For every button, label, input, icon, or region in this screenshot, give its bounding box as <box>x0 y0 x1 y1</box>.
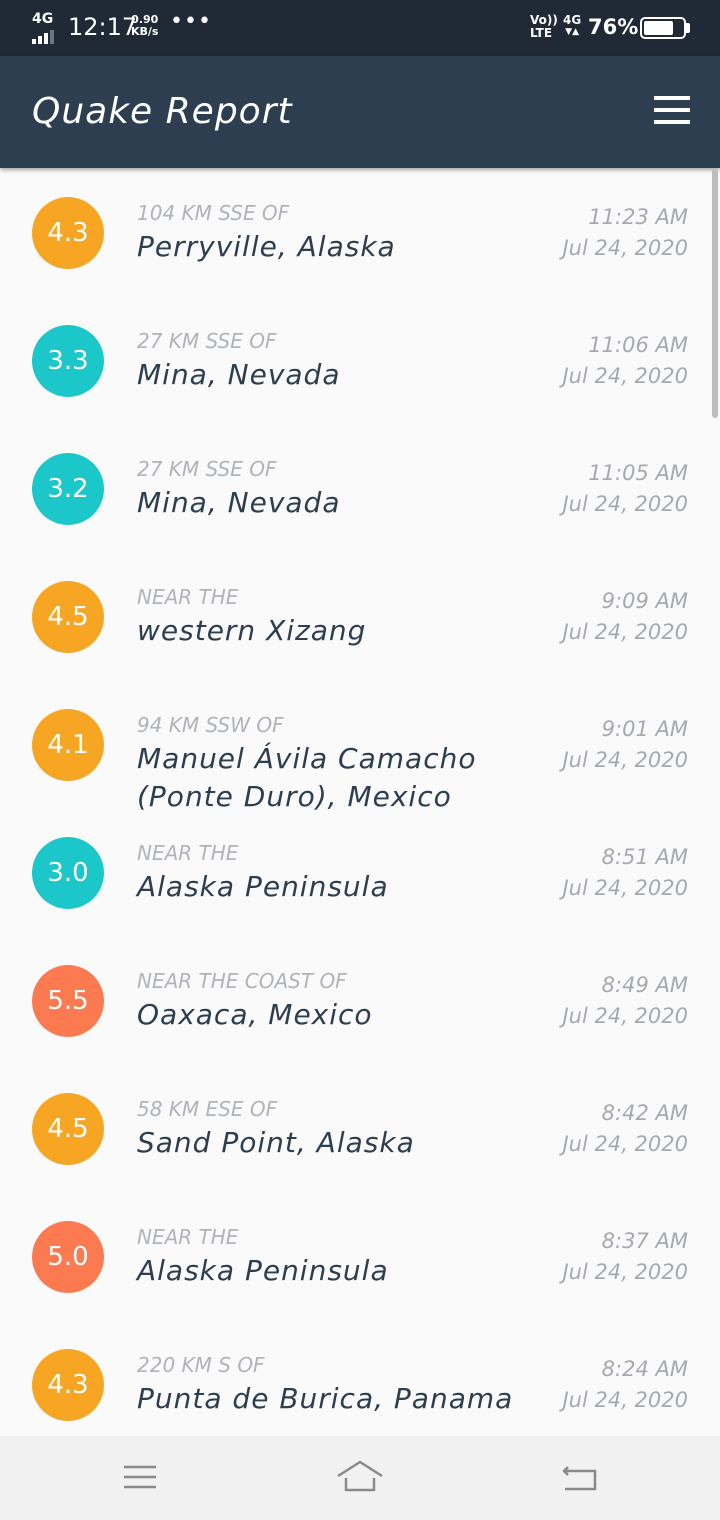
network-type: 4G <box>32 11 54 27</box>
clock: 12:17 <box>68 13 138 41</box>
quake-time: 9:01 AM <box>601 717 688 741</box>
quake-time: 8:37 AM <box>601 1229 688 1253</box>
quake-time: 8:24 AM <box>601 1357 688 1381</box>
menu-lines-icon[interactable] <box>115 1456 165 1498</box>
primary-location: Mina, Nevada <box>137 358 341 391</box>
quake-date: Jul 24, 2020 <box>562 620 688 644</box>
location-offset: 27 KM SSE OF <box>137 457 277 481</box>
battery-percent: 76% <box>588 15 639 39</box>
quake-time: 8:42 AM <box>601 1101 688 1125</box>
app-bar: Quake Report <box>0 56 720 168</box>
primary-location: Punta de Burica, Panama <box>137 1382 514 1415</box>
quake-date: Jul 24, 2020 <box>562 236 688 260</box>
volte-bottom: LTE <box>530 26 553 40</box>
magnitude-badge: 3.2 <box>32 453 104 525</box>
primary-location: Oaxaca, Mexico <box>137 998 373 1031</box>
more-notifications-icon: ••• <box>170 9 212 34</box>
speed-unit: KB/s <box>131 25 159 38</box>
network-type-right: 4G <box>563 13 582 27</box>
list-item[interactable]: 4.3 220 KM S OF Punta de Burica, Panama 8:2… <box>0 1320 720 1436</box>
location-offset: NEAR THE <box>137 1225 239 1249</box>
primary-location: western Xizang <box>137 614 367 647</box>
primary-location: Alaska Peninsula <box>137 1254 389 1287</box>
quake-time: 11:06 AM <box>588 333 688 357</box>
magnitude-badge: 3.3 <box>32 325 104 397</box>
location-offset: 94 KM SSW OF <box>137 713 284 737</box>
list-item[interactable]: 4.5 58 KM ESE OF Sand Point, Alaska 8:42 AM… <box>0 1064 720 1192</box>
magnitude-badge: 3.0 <box>32 837 104 909</box>
primary-location: Alaska Peninsula <box>137 870 389 903</box>
quake-time: 8:49 AM <box>601 973 688 997</box>
location-offset: 220 KM S OF <box>137 1353 265 1377</box>
earthquake-list[interactable]: 4.3 104 KM SSE OF Perryville, Alaska 11:23 … <box>0 168 720 1436</box>
magnitude-badge: 4.3 <box>32 197 104 269</box>
primary-location: Sand Point, Alaska <box>137 1126 415 1159</box>
hamburger-menu-icon[interactable] <box>646 92 698 134</box>
volte-indicator: Vo)) LTE <box>530 14 558 40</box>
location-offset: NEAR THE <box>137 841 239 865</box>
quake-date: Jul 24, 2020 <box>562 364 688 388</box>
battery-icon <box>640 17 686 39</box>
quake-date: Jul 24, 2020 <box>562 1004 688 1028</box>
home-icon[interactable] <box>335 1456 385 1498</box>
quake-date: Jul 24, 2020 <box>562 1388 688 1412</box>
location-offset: NEAR THE <box>137 585 239 609</box>
primary-location: Mina, Nevada <box>137 486 341 519</box>
data-indicator: 4G ▼▲ <box>563 13 582 38</box>
battery-fill <box>644 21 673 35</box>
magnitude-badge: 5.0 <box>32 1221 104 1293</box>
app-title: Quake Report <box>32 91 293 132</box>
list-item[interactable]: 3.2 27 KM SSE OF Mina, Nevada 11:05 AM Jul 2… <box>0 424 720 552</box>
list-item[interactable]: 5.5 NEAR THE COAST OF Oaxaca, Mexico 8:49 A… <box>0 936 720 1064</box>
status-bar: 4G 12:17 0.90 KB/s ••• Vo)) LTE 4G ▼▲ 76… <box>0 0 720 56</box>
magnitude-badge: 5.5 <box>32 965 104 1037</box>
location-offset: 104 KM SSE OF <box>137 201 290 225</box>
list-item[interactable]: 3.3 27 KM SSE OF Mina, Nevada 11:06 AM Jul 2… <box>0 296 720 424</box>
network-speed: 0.90 KB/s <box>131 14 158 38</box>
magnitude-badge: 4.5 <box>32 1093 104 1165</box>
quake-date: Jul 24, 2020 <box>562 492 688 516</box>
magnitude-badge: 4.3 <box>32 1349 104 1421</box>
quake-time: 8:51 AM <box>601 845 688 869</box>
quake-date: Jul 24, 2020 <box>562 748 688 772</box>
quake-time: 9:09 AM <box>601 589 688 613</box>
magnitude-badge: 4.1 <box>32 709 104 781</box>
quake-date: Jul 24, 2020 <box>562 876 688 900</box>
list-item[interactable]: 4.5 NEAR THE western Xizang 9:09 AM Jul 24, … <box>0 552 720 680</box>
navigation-bar <box>0 1436 720 1520</box>
scrollbar-thumb[interactable] <box>712 168 718 418</box>
primary-location: Manuel Ávila Camacho (Ponte Duro), Mexic… <box>137 742 477 813</box>
magnitude-badge: 4.5 <box>32 581 104 653</box>
quake-date: Jul 24, 2020 <box>562 1132 688 1156</box>
location-offset: NEAR THE COAST OF <box>137 969 347 993</box>
list-item[interactable]: 5.0 NEAR THE Alaska Peninsula 8:37 AM Jul 24… <box>0 1192 720 1320</box>
location-offset: 58 KM ESE OF <box>137 1097 278 1121</box>
quake-date: Jul 24, 2020 <box>562 1260 688 1284</box>
list-item[interactable]: 3.0 NEAR THE Alaska Peninsula 8:51 AM Jul 24… <box>0 808 720 936</box>
list-item[interactable]: 4.1 94 KM SSW OF Manuel Ávila Camacho (Pon… <box>0 680 720 813</box>
primary-location: Perryville, Alaska <box>137 230 396 263</box>
location-offset: 27 KM SSE OF <box>137 329 277 353</box>
list-item[interactable]: 4.3 104 KM SSE OF Perryville, Alaska 11:23 … <box>0 168 720 296</box>
quake-time: 11:05 AM <box>588 461 688 485</box>
signal-icon: 4G <box>32 11 62 44</box>
back-icon[interactable] <box>555 1456 605 1498</box>
data-arrows-icon: ▼▲ <box>565 27 580 37</box>
quake-time: 11:23 AM <box>588 205 688 229</box>
battery-tip <box>686 23 690 33</box>
